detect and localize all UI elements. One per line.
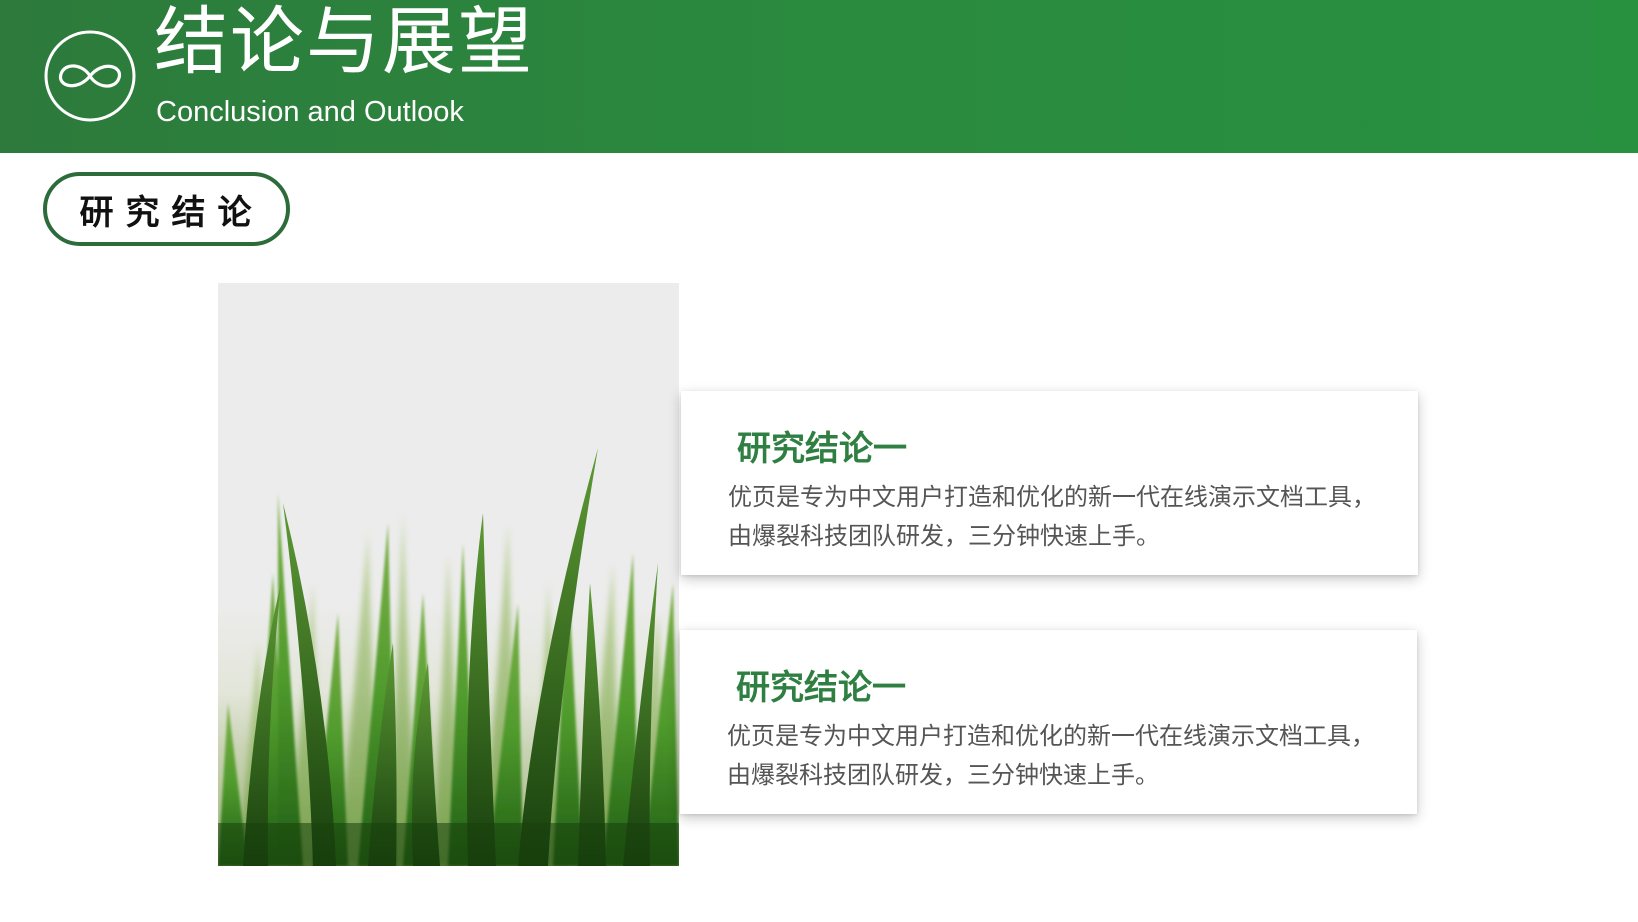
section-label-pill: 研究结论: [43, 172, 290, 246]
grass-photo: [218, 283, 679, 866]
slide: 结论与展望 Conclusion and Outlook 研究结论 研究结论一 …: [0, 0, 1638, 922]
conclusion-card: 研究结论一 优页是专为中文用户打造和优化的新一代在线演示文档工具，由爆裂科技团队…: [680, 630, 1417, 814]
infinity-icon: [44, 30, 136, 122]
card-text: 优页是专为中文用户打造和优化的新一代在线演示文档工具，由爆裂科技团队研发，三分钟…: [728, 483, 1376, 550]
header-banner: 结论与展望 Conclusion and Outlook: [0, 0, 1638, 153]
card-title: 研究结论一: [736, 668, 906, 708]
grass-illustration: [218, 448, 679, 866]
page-title: 结论与展望: [154, 0, 534, 85]
card-text: 优页是专为中文用户打造和优化的新一代在线演示文档工具，由爆裂科技团队研发，三分钟…: [727, 722, 1375, 789]
page-subtitle: Conclusion and Outlook: [156, 96, 464, 128]
card-title: 研究结论一: [737, 429, 907, 469]
conclusion-card: 研究结论一 优页是专为中文用户打造和优化的新一代在线演示文档工具，由爆裂科技团队…: [681, 391, 1418, 575]
section-label: 研究结论: [79, 192, 264, 233]
